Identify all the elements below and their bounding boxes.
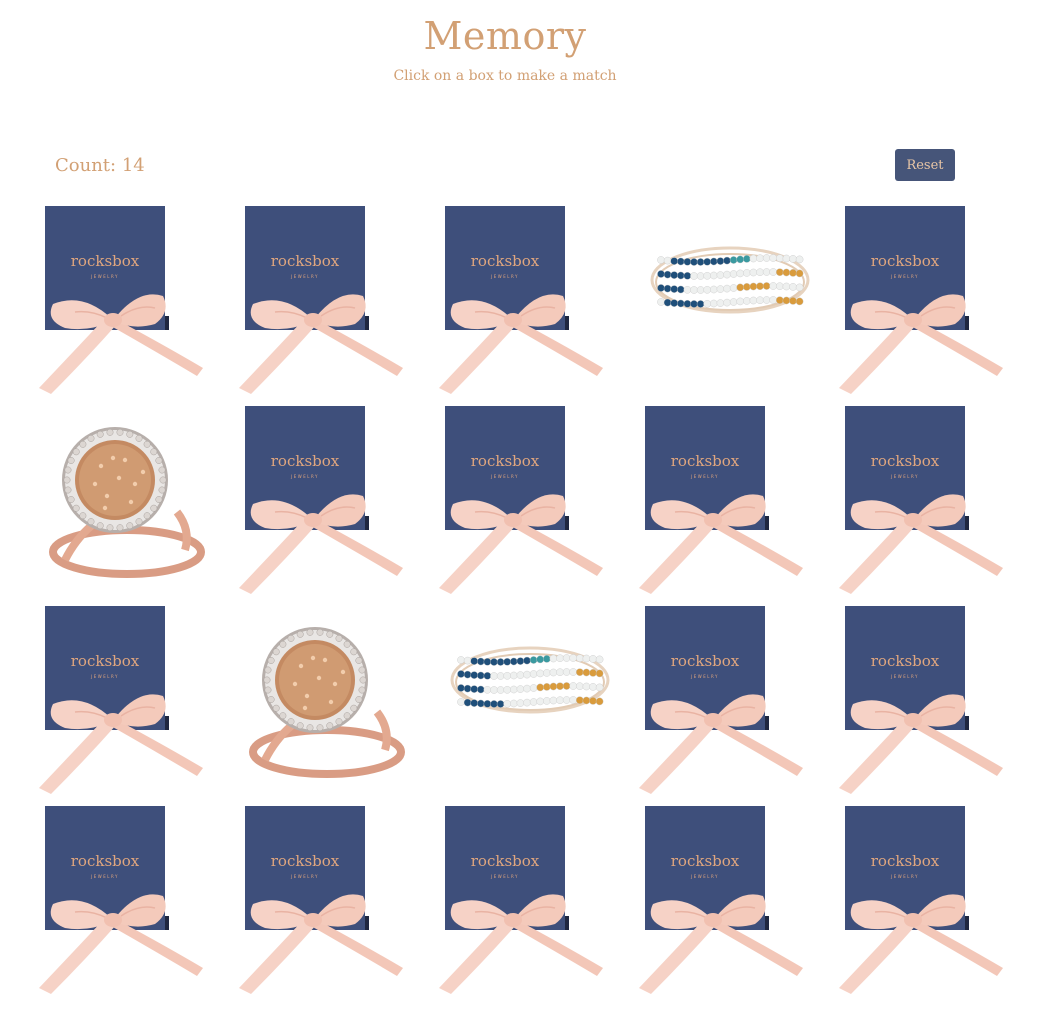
box-brand-text: rocksbox <box>271 852 340 870</box>
box-brand-text: rocksbox <box>271 452 340 470</box>
ring-image <box>249 627 405 778</box>
gift-box-image: rocksbox JEWELRY <box>639 406 803 594</box>
card-hidden-gift-box[interactable]: rocksbox JEWELRY <box>635 600 835 800</box>
box-brand-text: rocksbox <box>71 852 140 870</box>
box-tagline-text: JEWELRY <box>290 874 319 879</box>
box-tagline-text: JEWELRY <box>890 274 919 279</box>
gift-box-image: rocksbox JEWELRY <box>439 806 603 994</box>
gift-box-image: rocksbox JEWELRY <box>639 806 803 994</box>
card-hidden-gift-box[interactable]: rocksbox JEWELRY <box>835 200 1035 400</box>
box-tagline-text: JEWELRY <box>90 874 119 879</box>
card-hidden-gift-box[interactable]: rocksbox JEWELRY <box>835 400 1035 600</box>
box-brand-text: rocksbox <box>71 252 140 270</box>
card-hidden-gift-box[interactable]: rocksbox JEWELRY <box>635 800 835 1000</box>
gift-box-image: rocksbox JEWELRY <box>39 606 203 794</box>
card-hidden-gift-box[interactable]: rocksbox JEWELRY <box>235 200 435 400</box>
gift-box-image: rocksbox JEWELRY <box>439 406 603 594</box>
box-brand-text: rocksbox <box>471 252 540 270</box>
box-tagline-text: JEWELRY <box>690 674 719 679</box>
card-hidden-gift-box[interactable]: rocksbox JEWELRY <box>35 200 235 400</box>
move-counter: Count: 14 <box>55 155 145 176</box>
box-brand-text: rocksbox <box>671 652 740 670</box>
card-hidden-gift-box[interactable]: rocksbox JEWELRY <box>635 400 835 600</box>
game-board: rocksbox JEWELRY rocksbox JEWELRY rocksb… <box>35 200 1035 1000</box>
gift-box-image: rocksbox JEWELRY <box>839 406 1003 594</box>
card-hidden-gift-box[interactable]: rocksbox JEWELRY <box>35 600 235 800</box>
box-tagline-text: JEWELRY <box>890 874 919 879</box>
bracelet-image <box>450 646 610 714</box>
page-subtitle: Click on a box to make a match <box>393 68 617 84</box>
box-brand-text: rocksbox <box>271 252 340 270</box>
card-hidden-gift-box[interactable]: rocksbox JEWELRY <box>435 400 635 600</box>
box-brand-text: rocksbox <box>471 852 540 870</box>
box-tagline-text: JEWELRY <box>290 474 319 479</box>
gift-box-image: rocksbox JEWELRY <box>39 806 203 994</box>
gift-box-image: rocksbox JEWELRY <box>239 206 403 394</box>
gift-box-image: rocksbox JEWELRY <box>839 606 1003 794</box>
box-tagline-text: JEWELRY <box>490 874 519 879</box>
box-tagline-text: JEWELRY <box>890 474 919 479</box>
box-brand-text: rocksbox <box>871 252 940 270</box>
gift-box-image: rocksbox JEWELRY <box>439 206 603 394</box>
reset-button[interactable]: Reset <box>895 149 955 181</box>
ring-image <box>49 427 205 578</box>
box-tagline-text: JEWELRY <box>490 274 519 279</box>
box-brand-text: rocksbox <box>871 852 940 870</box>
card-hidden-gift-box[interactable]: rocksbox JEWELRY <box>235 400 435 600</box>
box-brand-text: rocksbox <box>471 452 540 470</box>
box-tagline-text: JEWELRY <box>690 474 719 479</box>
box-brand-text: rocksbox <box>871 452 940 470</box>
box-brand-text: rocksbox <box>871 652 940 670</box>
card-hidden-gift-box[interactable]: rocksbox JEWELRY <box>835 600 1035 800</box>
card-revealed-ring[interactable] <box>35 400 235 600</box>
card-hidden-gift-box[interactable]: rocksbox JEWELRY <box>835 800 1035 1000</box>
box-tagline-text: JEWELRY <box>90 674 119 679</box>
box-tagline-text: JEWELRY <box>890 674 919 679</box>
gift-box-image: rocksbox JEWELRY <box>839 806 1003 994</box>
card-hidden-gift-box[interactable]: rocksbox JEWELRY <box>235 800 435 1000</box>
gift-box-image: rocksbox JEWELRY <box>639 606 803 794</box>
gift-box-image: rocksbox JEWELRY <box>239 806 403 994</box>
box-brand-text: rocksbox <box>671 452 740 470</box>
box-tagline-text: JEWELRY <box>490 474 519 479</box>
bracelet-image <box>650 246 810 314</box>
box-brand-text: rocksbox <box>71 652 140 670</box>
box-tagline-text: JEWELRY <box>690 874 719 879</box>
card-revealed-ring[interactable] <box>235 600 435 800</box>
box-tagline-text: JEWELRY <box>90 274 119 279</box>
card-hidden-gift-box[interactable]: rocksbox JEWELRY <box>435 800 635 1000</box>
gift-box-image: rocksbox JEWELRY <box>39 206 203 394</box>
card-revealed-bracelet[interactable] <box>635 200 835 400</box>
gift-box-image: rocksbox JEWELRY <box>239 406 403 594</box>
box-brand-text: rocksbox <box>671 852 740 870</box>
card-hidden-gift-box[interactable]: rocksbox JEWELRY <box>435 200 635 400</box>
box-tagline-text: JEWELRY <box>290 274 319 279</box>
card-hidden-gift-box[interactable]: rocksbox JEWELRY <box>35 800 235 1000</box>
gift-box-image: rocksbox JEWELRY <box>839 206 1003 394</box>
page-title: Memory <box>423 14 587 58</box>
card-revealed-bracelet[interactable] <box>435 600 635 800</box>
